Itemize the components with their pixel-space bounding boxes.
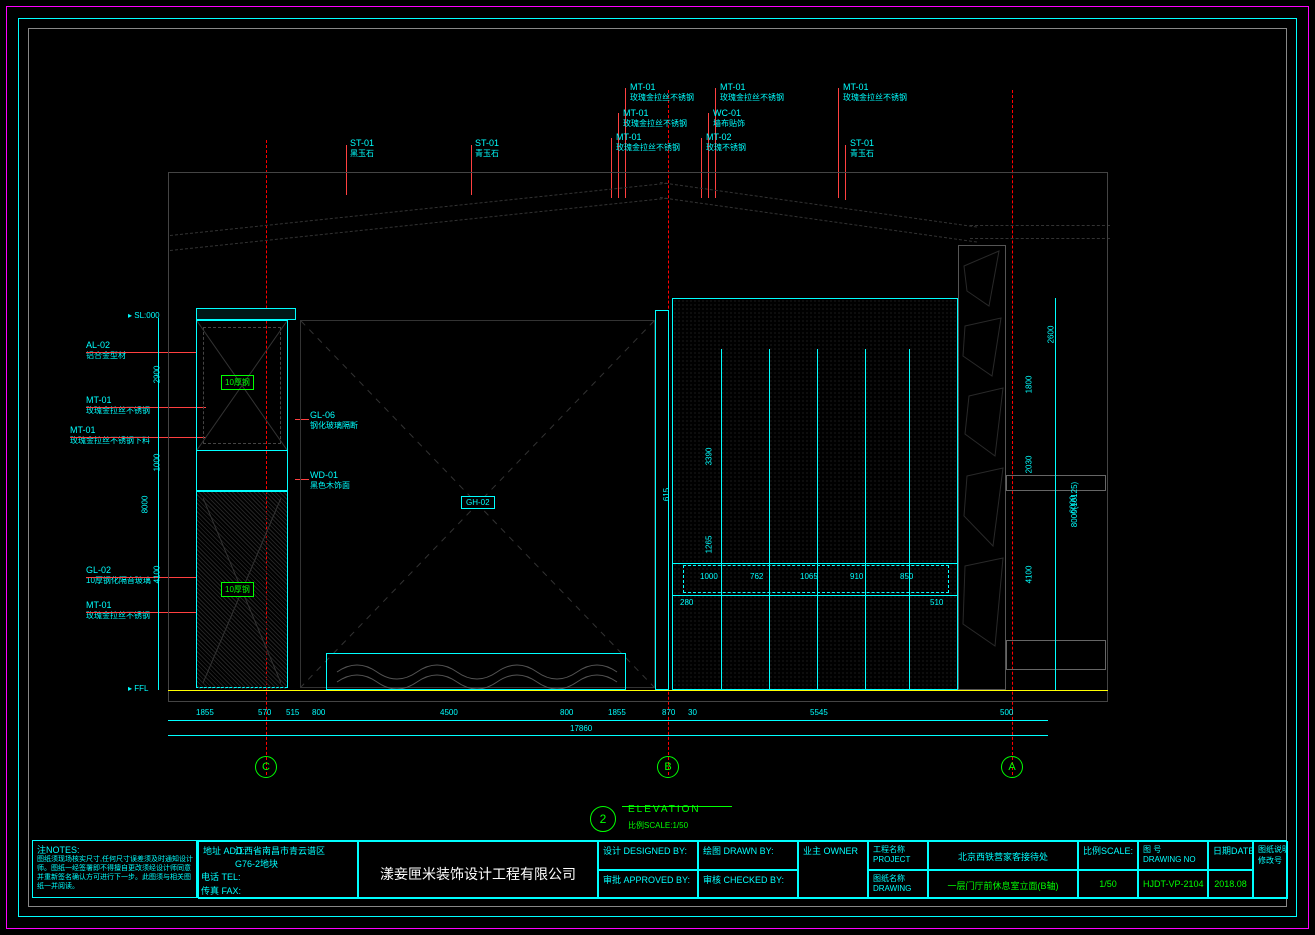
- owner-lbl: 业主 OWNER: [803, 846, 858, 856]
- dim: 570: [258, 708, 271, 717]
- date-lbl: 日期DATE: [1213, 846, 1253, 856]
- dim: 2600: [1046, 326, 1055, 344]
- drawing-no: HJDT-VP-2104: [1143, 879, 1203, 889]
- dim: 4100: [152, 566, 161, 584]
- dim: 2900: [152, 366, 161, 384]
- dim: 1065: [800, 572, 818, 581]
- center-opening: GH-02: [300, 320, 655, 688]
- addr: 江西省南昌市青云谱区 G76-2地块: [235, 844, 325, 870]
- notes-body: 图纸须现场核实尺寸,任何尺寸误差须及时通知设计师。图纸一经签署即不得擅自更改须经…: [37, 855, 195, 891]
- dim: 500: [1000, 708, 1013, 717]
- dim: 4500: [440, 708, 458, 717]
- dim: 8000: [140, 496, 149, 514]
- header-strip: [196, 308, 296, 320]
- stone-col: [958, 245, 1006, 690]
- panel-left: 10厚钢 10厚钢: [196, 320, 288, 688]
- view-scale: 比例SCALE:1/50: [628, 820, 688, 831]
- designed-lbl: 设计 DESIGNED BY:: [603, 846, 687, 856]
- approved-lbl: 审批 APPROVED BY:: [603, 875, 690, 885]
- wall-right: [672, 298, 958, 690]
- dim: 2030: [1024, 456, 1033, 474]
- dim: 1265: [704, 536, 713, 554]
- dim: 800: [312, 708, 325, 717]
- tag-mt01-e: MT-01玫瑰金拉丝不锈钢: [843, 82, 907, 103]
- num-lbl: 图 号 DRAWING NO: [1138, 841, 1208, 870]
- dim: 800: [560, 708, 573, 717]
- box-label-top: 10厚钢: [221, 375, 254, 390]
- scale: 1/50: [1083, 879, 1133, 889]
- dim: 1000: [700, 572, 718, 581]
- elev-sl: ▸ SL:000: [128, 311, 160, 320]
- checked-lbl: 审核 CHECKED BY:: [703, 875, 784, 885]
- dim: 5545: [810, 708, 828, 717]
- beam: [1006, 475, 1106, 491]
- dimline-bottom2: [168, 735, 1048, 736]
- dim: 4100: [1024, 566, 1033, 584]
- dim-total: 17860: [570, 724, 592, 733]
- company: 漾妾匣米装饰设计工程有限公司: [363, 864, 593, 884]
- grid-bubble-b: B: [657, 756, 679, 778]
- drawing-name: 一层门厅前休息室立面(B轴): [933, 879, 1073, 892]
- planter: [326, 653, 626, 690]
- box-label-bot: 10厚钢: [221, 582, 254, 597]
- prj-lbl: 工程名称 PROJECT: [868, 841, 928, 870]
- floor-ext: [1006, 640, 1106, 670]
- dim: 615: [662, 488, 671, 501]
- dimline-bottom: [168, 720, 1048, 721]
- tag-mt02: MT-02玫瑰不锈钢: [706, 132, 746, 153]
- tag-mt01-c: MT-01玫瑰金拉丝不锈钢: [616, 132, 680, 153]
- tag-gl02: GL-0210厚钢化隔音玻璃: [86, 565, 151, 586]
- grid-bubble-a: A: [1001, 756, 1023, 778]
- rev-lbl: 图纸说明 修改号: [1253, 841, 1288, 899]
- dim: 870: [662, 708, 675, 717]
- dim: 510: [930, 598, 943, 607]
- dim: 850: [900, 572, 913, 581]
- dim: 1855: [608, 708, 626, 717]
- dim: 515: [286, 708, 299, 717]
- tag-mt01-d: MT-01玫瑰金拉丝不锈钢: [720, 82, 784, 103]
- dim: 910: [850, 572, 863, 581]
- tag-st01-r: ST-01青玉石: [850, 138, 874, 159]
- tag-st01-1: ST-01黑玉石: [350, 138, 374, 159]
- dim: 762: [750, 572, 763, 581]
- tag-mt01-a: MT-01玫瑰金拉丝不锈钢: [630, 82, 694, 103]
- view-number: 2: [590, 806, 616, 832]
- fax-lbl: 传真 FAX:: [201, 884, 241, 897]
- project-name: 北京西铁营家客接待处: [933, 850, 1073, 863]
- tag-mt01-l1: MT-01玫瑰金拉丝不锈钢: [86, 395, 150, 416]
- grid-bubble-c: C: [255, 756, 277, 778]
- tag-al02: AL-02铝合金型材: [86, 340, 126, 361]
- dwg-lbl: 图纸名称 DRAWING: [868, 870, 928, 899]
- dim: 1800: [1024, 376, 1033, 394]
- dim: 6000: [1068, 496, 1077, 514]
- notes-box: 注NOTES: 图纸须现场核实尺寸,任何尺寸误差须及时通知设计师。图纸一经签署即…: [32, 840, 197, 898]
- tag-mt01-l3: MT-01玫瑰金拉丝不锈钢: [86, 600, 150, 621]
- view-title: ELEVATION: [628, 804, 701, 815]
- dim: 3390: [704, 448, 713, 466]
- title-block: 地址 ADD: 江西省南昌市青云谱区 G76-2地块 电话 TEL: 传真 FA…: [197, 840, 1287, 898]
- dim: 30: [688, 708, 697, 717]
- date: 2018.08: [1213, 879, 1248, 889]
- tag-mt01-l2: MT-01玫瑰金拉丝不锈钢下料: [70, 425, 150, 446]
- center-label: GH-02: [461, 496, 495, 509]
- dim: 280: [680, 598, 693, 607]
- elev-ffl: ▸ FFL: [128, 684, 148, 693]
- tag-st01-2: ST-01青玉石: [475, 138, 499, 159]
- drawn-lbl: 绘图 DRAWN BY:: [703, 846, 774, 856]
- scale-lbl: 比例SCALE:: [1083, 846, 1133, 856]
- ffl-line: [168, 690, 1108, 691]
- tag-mt01-b: MT-01玫瑰金拉丝不锈钢: [623, 108, 687, 129]
- tel-lbl: 电话 TEL:: [201, 870, 241, 883]
- dim: 1855: [196, 708, 214, 717]
- tag-wc01: WC-01墙布贴饰: [713, 108, 745, 129]
- dim: 1000: [152, 454, 161, 472]
